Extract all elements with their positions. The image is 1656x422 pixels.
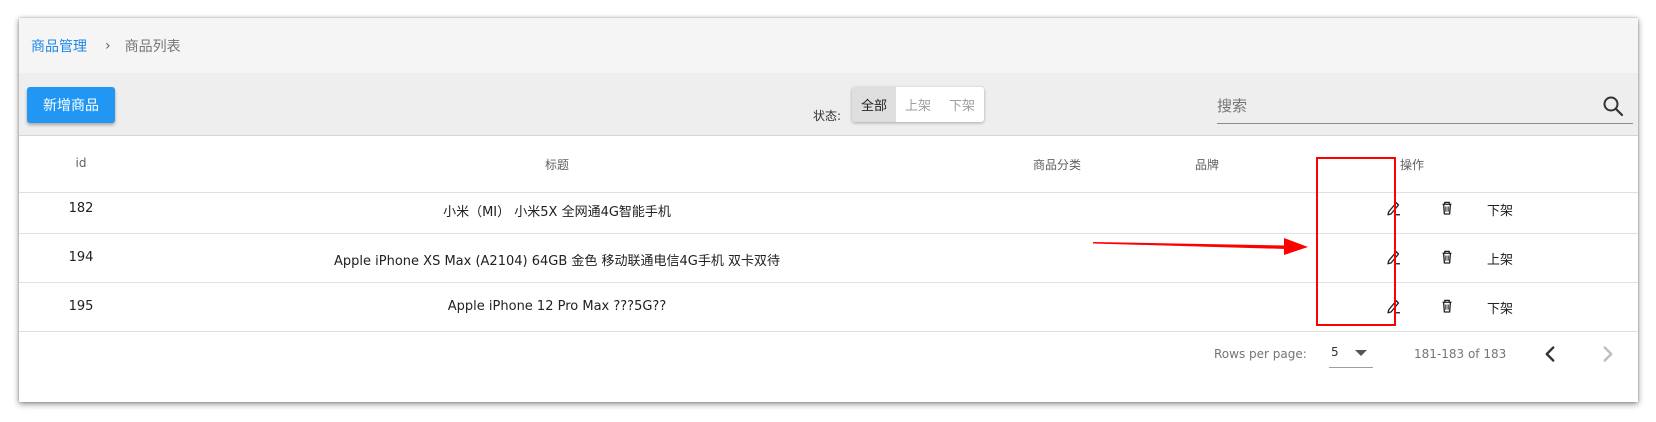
breadcrumb: 商品管理 › 商品列表 xyxy=(19,18,1638,73)
search-field xyxy=(1217,91,1633,124)
table-row: 195 Apple iPhone 12 Pro Max ???5G?? 下架 xyxy=(19,283,1638,332)
breadcrumb-current: 商品列表 xyxy=(124,38,181,55)
status-filter-label: 状态: xyxy=(813,109,842,123)
header-actions: 操作 xyxy=(1399,158,1425,172)
trash-icon[interactable] xyxy=(1438,297,1456,315)
header-brand[interactable]: 品牌 xyxy=(1195,156,1219,173)
cell-id: 195 xyxy=(68,299,94,314)
toggle-shelf-button[interactable]: 下架 xyxy=(1487,298,1513,317)
status-filter-group: 全部 上架 下架 xyxy=(852,87,984,122)
page-range: 181-183 of 183 xyxy=(1414,347,1507,361)
breadcrumb-parent-link[interactable]: 商品管理 xyxy=(31,36,87,56)
pencil-icon[interactable] xyxy=(1385,297,1403,315)
cell-title: Apple iPhone 12 Pro Max ???5G?? xyxy=(447,299,667,314)
search-input[interactable] xyxy=(1217,91,1557,121)
table-row: 194 Apple iPhone XS Max (A2104) 64GB 金色 … xyxy=(19,234,1638,283)
header-category[interactable]: 商品分类 xyxy=(1033,156,1081,173)
chevron-right-icon[interactable] xyxy=(1595,341,1621,367)
breadcrumb-separator: › xyxy=(105,37,111,54)
header-title[interactable]: 标题 xyxy=(545,156,569,173)
trash-icon[interactable] xyxy=(1438,199,1456,217)
rows-per-page-label: Rows per page: xyxy=(1214,347,1307,361)
rows-per-page-value: 5 xyxy=(1331,345,1339,359)
cell-title: 小米（MI） 小米5X 全网通4G智能手机 xyxy=(443,205,671,220)
toolbar: 新增商品 状态: 全部 上架 下架 xyxy=(19,73,1638,136)
pencil-icon[interactable] xyxy=(1385,248,1403,266)
pencil-icon[interactable] xyxy=(1385,199,1403,217)
table-pagination: Rows per page: 5 181-183 of 183 xyxy=(19,327,1638,387)
toggle-shelf-button[interactable]: 下架 xyxy=(1487,200,1513,219)
status-option-on-shelf[interactable]: 上架 xyxy=(896,87,940,122)
header-id[interactable]: id xyxy=(76,156,87,170)
search-icon[interactable] xyxy=(1601,94,1625,118)
chevron-left-icon[interactable] xyxy=(1537,341,1563,367)
trash-icon[interactable] xyxy=(1438,248,1456,266)
status-option-off-shelf[interactable]: 下架 xyxy=(940,87,984,122)
caret-down-icon xyxy=(1355,350,1367,356)
rows-per-page-select[interactable]: 5 xyxy=(1329,341,1373,368)
status-option-all[interactable]: 全部 xyxy=(852,87,896,122)
cell-title: Apple iPhone XS Max (A2104) 64GB 金色 移动联通… xyxy=(334,254,780,269)
product-list-card: 商品管理 › 商品列表 新增商品 状态: 全部 上架 下架 id 标题 商品分类… xyxy=(19,18,1638,402)
cell-id: 194 xyxy=(68,250,94,265)
table-row: 182 小米（MI） 小米5X 全网通4G智能手机 下架 xyxy=(19,185,1638,234)
add-product-button[interactable]: 新增商品 xyxy=(27,87,115,123)
toggle-shelf-button[interactable]: 上架 xyxy=(1487,249,1513,268)
cell-id: 182 xyxy=(68,201,94,216)
